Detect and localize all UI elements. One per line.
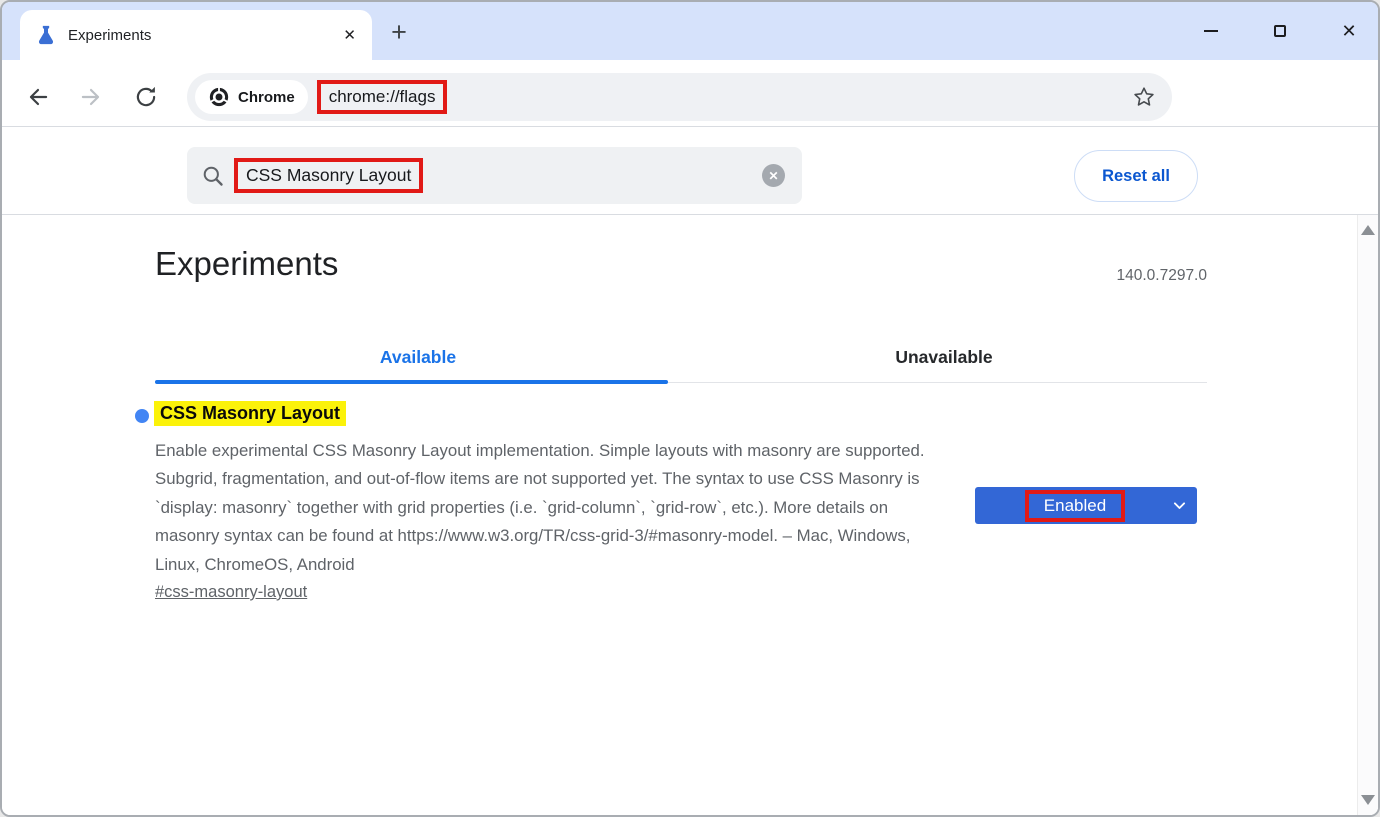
select-value: Enabled [1044, 496, 1106, 515]
flag-description: Enable experimental CSS Masonry Layout i… [155, 437, 957, 579]
close-button[interactable]: ✕ [1338, 20, 1360, 42]
reload-icon [133, 84, 159, 110]
tab-available[interactable]: Available [155, 332, 681, 382]
flags-tabs: Available Unavailable [155, 332, 1207, 383]
scroll-up-icon[interactable] [1361, 225, 1375, 235]
chevron-down-icon [1171, 497, 1188, 514]
scrollbar[interactable] [1357, 215, 1378, 815]
flag-title-highlighted: CSS Masonry Layout [154, 401, 346, 426]
flags-search-box[interactable]: CSS Masonry Layout ✕ [187, 147, 802, 204]
close-icon: ✕ [1341, 22, 1356, 40]
tab-unavailable[interactable]: Unavailable [681, 332, 1207, 382]
url-text[interactable]: chrome://flags [329, 87, 436, 107]
flag-permalink[interactable]: #css-masonry-layout [155, 583, 307, 602]
maximize-button[interactable] [1269, 20, 1291, 42]
search-input-value[interactable]: CSS Masonry Layout [246, 165, 411, 185]
window-controls: ✕ [1200, 2, 1360, 60]
url-annotation-box: chrome://flags [317, 80, 448, 114]
search-annotation-box: CSS Masonry Layout [234, 158, 423, 193]
flags-page-content: Experiments 140.0.7297.0 Available Unava… [2, 215, 1378, 815]
maximize-icon [1274, 25, 1286, 37]
chip-label: Chrome [238, 89, 295, 106]
minimize-button[interactable] [1200, 20, 1222, 42]
scroll-down-icon[interactable] [1361, 795, 1375, 805]
chrome-version: 140.0.7297.0 [155, 267, 1207, 285]
forward-button[interactable] [78, 84, 104, 110]
address-bar[interactable]: Chrome chrome://flags [187, 73, 1172, 121]
back-icon [25, 84, 51, 110]
search-icon [201, 164, 225, 188]
forward-icon [78, 84, 104, 110]
flag-bullet-dot [135, 409, 149, 423]
clear-search-button[interactable]: ✕ [762, 164, 785, 187]
minimize-icon [1204, 30, 1218, 32]
flag-state-select[interactable]: Enabled [975, 487, 1197, 524]
toolbar: Chrome chrome://flags [2, 60, 1378, 127]
chrome-logo-icon [208, 86, 230, 108]
flask-icon [36, 24, 56, 46]
tab-title: Experiments [68, 27, 343, 44]
reset-all-button[interactable]: Reset all [1074, 150, 1198, 202]
select-annotation-box: Enabled [1025, 490, 1125, 522]
back-button[interactable] [25, 84, 51, 110]
bookmark-star-icon[interactable] [1132, 85, 1156, 109]
reload-button[interactable] [133, 84, 159, 110]
tab-bar: Experiments ✕ + ✕ [2, 2, 1378, 60]
tab-close-icon[interactable]: ✕ [343, 26, 356, 44]
new-tab-button[interactable]: + [384, 17, 414, 47]
browser-tab[interactable]: Experiments ✕ [20, 10, 372, 60]
browser-window: Experiments ✕ + ✕ [0, 0, 1380, 817]
flags-search-row: CSS Masonry Layout ✕ Reset all [2, 127, 1378, 215]
chrome-chip: Chrome [195, 80, 308, 114]
active-tab-underline [155, 380, 668, 384]
